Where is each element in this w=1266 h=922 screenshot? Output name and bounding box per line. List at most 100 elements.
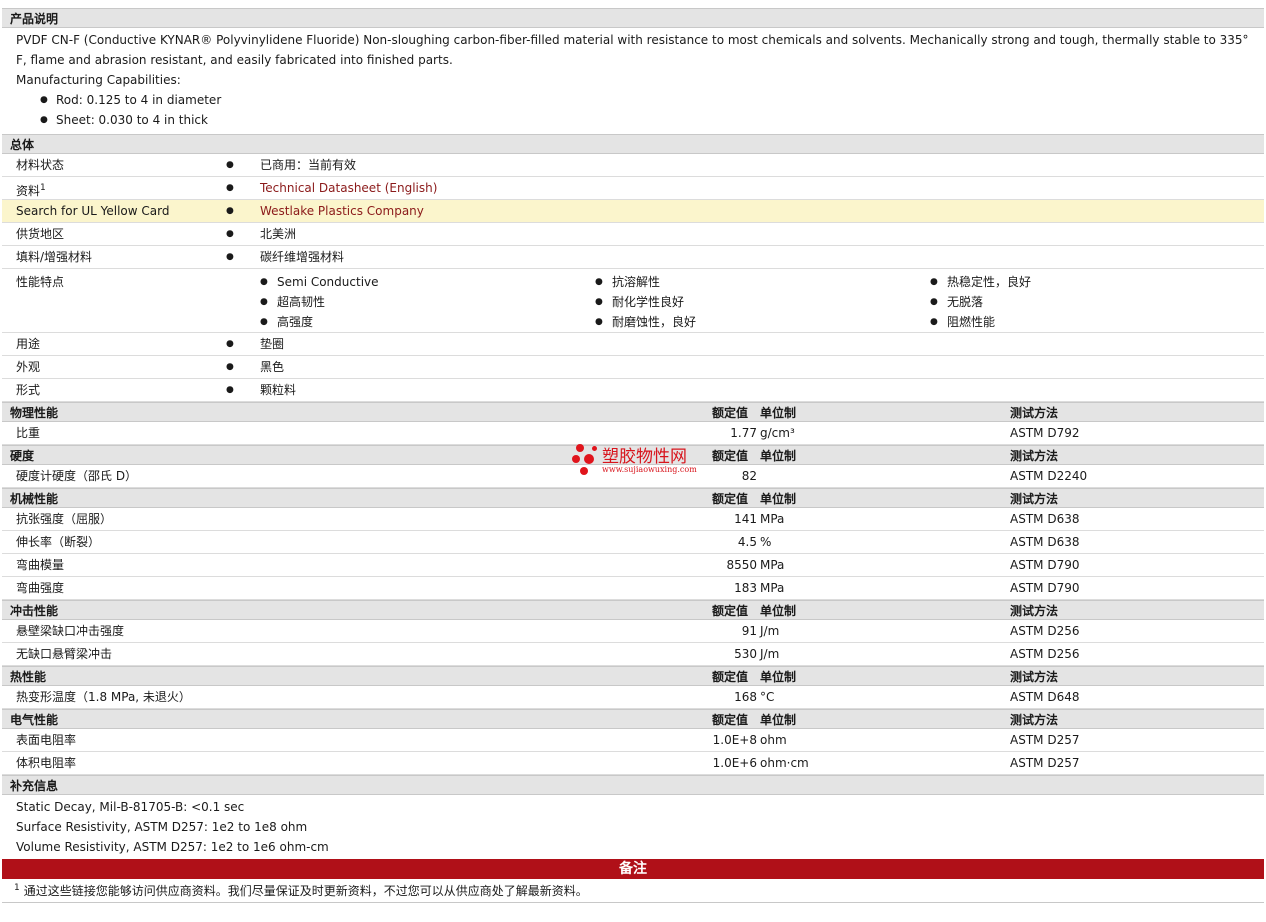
feature-item: 耐化学性良好 [595, 292, 696, 312]
nominal-value: 8550 [726, 558, 757, 572]
feature-item: 高强度 [260, 312, 379, 332]
nominal-column-header: 额定值 [712, 670, 749, 684]
test-method: ASTM D638 [1010, 535, 1080, 549]
supplemental-line: Volume Resistivity, ASTM D257: 1e2 to 1e… [16, 840, 329, 854]
section-title: 冲击性能 [10, 604, 59, 618]
test-method: ASTM D648 [1010, 690, 1080, 704]
test-method: ASTM D790 [1010, 581, 1080, 595]
general-row-highlighted: Search for UL Yellow Card Westlake Plast… [2, 200, 1264, 223]
nominal-column-header: 额定值 [712, 492, 749, 506]
supplemental-line: Static Decay, Mil-B-81705-B: <0.1 sec [16, 800, 245, 814]
method-column-header: 测试方法 [1010, 492, 1059, 506]
section-title: 物理性能 [10, 406, 59, 420]
general-row: 外观 黑色 [2, 356, 1264, 379]
section-header: 电气性能 额定值 单位制 测试方法 [2, 709, 1264, 729]
property-name: 无缺口悬臂梁冲击 [16, 647, 113, 661]
property-row: 表面电阻率 1.0E+8 ohm ASTM D257 [2, 729, 1264, 752]
row-label: 供货地区 [16, 227, 65, 241]
method-column-header: 测试方法 [1010, 406, 1059, 420]
footnote-text: 通过这些链接您能够访问供应商资料。我们尽量保证及时更新资料，不过您可以从供应商处… [23, 884, 588, 898]
unit: % [760, 535, 772, 549]
section-header: 机械性能 额定值 单位制 测试方法 [2, 488, 1264, 508]
row-label: 材料状态 [16, 158, 65, 172]
datasheet: 产品说明 PVDF CN-F (Conductive KYNAR® Polyvi… [2, 0, 1264, 903]
feature-item: 热稳定性，良好 [930, 272, 1031, 292]
property-name: 体积电阻率 [16, 756, 77, 770]
method-column-header: 测试方法 [1010, 449, 1059, 463]
unit: ohm [760, 733, 787, 747]
property-name: 热变形温度（1.8 MPa, 未退火） [16, 690, 191, 704]
supplemental-header: 补充信息 [2, 775, 1264, 795]
property-name: 比重 [16, 426, 41, 440]
unit: J/m [760, 624, 780, 638]
row-value: 黑色 [260, 360, 285, 374]
unit: °C [760, 690, 775, 704]
row-label: 填料/增强材料 [16, 250, 93, 264]
capability-item: Rod: 0.125 to 4 in diameter [16, 90, 1250, 110]
product-description: PVDF CN-F (Conductive KYNAR® Polyvinylid… [2, 28, 1264, 134]
test-method: ASTM D638 [1010, 512, 1080, 526]
nominal-column-header: 额定值 [712, 406, 749, 420]
section-title: 硬度 [10, 449, 35, 463]
row-label: 形式 [16, 383, 41, 397]
unit: MPa [760, 512, 785, 526]
unit-column-header: 单位制 [760, 713, 797, 727]
nominal-value: 4.5 [737, 535, 757, 549]
features-row: 性能特点 Semi Conductive 超高韧性 高强度 抗溶解性 耐化学性良… [2, 269, 1264, 333]
nominal-value: 141 [734, 512, 757, 526]
row-label: Search for UL Yellow Card [16, 204, 170, 218]
section-header: 冲击性能 额定值 单位制 测试方法 [2, 600, 1264, 620]
nominal-column-header: 额定值 [712, 604, 749, 618]
nominal-value: 1.0E+8 [712, 733, 757, 747]
feature-item: 超高韧性 [260, 292, 379, 312]
nominal-value: 1.0E+6 [712, 756, 757, 770]
nominal-value: 183 [734, 581, 757, 595]
property-name: 悬壁梁缺口冲击强度 [16, 624, 125, 638]
nominal-value: 530 [734, 647, 757, 661]
feature-item: 无脱落 [930, 292, 1031, 312]
capabilities-label: Manufacturing Capabilities: [16, 73, 181, 87]
row-value: 北美洲 [260, 227, 297, 241]
property-name: 硬度计硬度（邵氏 D） [16, 469, 138, 483]
row-value: 颗粒料 [260, 383, 297, 397]
unit-column-header: 单位制 [760, 604, 797, 618]
unit: MPa [760, 558, 785, 572]
description-text: PVDF CN-F (Conductive KYNAR® Polyvinylid… [16, 33, 1249, 67]
supplemental-info: Static Decay, Mil-B-81705-B: <0.1 sec Su… [2, 795, 1264, 859]
unit: ohm·cm [760, 756, 809, 770]
datasheet-link[interactable]: Technical Datasheet (English) [260, 181, 437, 195]
general-row: 供货地区 北美洲 [2, 223, 1264, 246]
unit-column-header: 单位制 [760, 406, 797, 420]
general-row: 填料/增强材料 碳纤维增强材料 [2, 246, 1264, 269]
nominal-value: 168 [734, 690, 757, 704]
property-row: 无缺口悬臂梁冲击 530 J/m ASTM D256 [2, 643, 1264, 666]
row-label: 资料 [16, 184, 41, 198]
general-row: 用途 垫圈 [2, 333, 1264, 356]
features-column: 热稳定性，良好 无脱落 阻燃性能 [930, 272, 1031, 332]
supplier-link[interactable]: Westlake Plastics Company [260, 204, 424, 218]
row-label: 外观 [16, 360, 41, 374]
supplemental-line: Surface Resistivity, ASTM D257: 1e2 to 1… [16, 820, 308, 834]
test-method: ASTM D2240 [1010, 469, 1088, 483]
row-label: 性能特点 [16, 275, 65, 289]
method-column-header: 测试方法 [1010, 670, 1059, 684]
general-header: 总体 [2, 134, 1264, 154]
section-title: 热性能 [10, 670, 47, 684]
property-row: 伸长率（断裂） 4.5% ASTM D638 [2, 531, 1264, 554]
footnote-marker: 1 [14, 883, 20, 893]
property-row: 热变形温度（1.8 MPa, 未退火） 168 °C ASTM D648 [2, 686, 1264, 709]
nominal-value: 91 [741, 624, 757, 638]
property-row: 悬壁梁缺口冲击强度 91 J/m ASTM D256 [2, 620, 1264, 643]
section-header: 物理性能 额定值 单位制 测试方法 [2, 402, 1264, 422]
capability-item: Sheet: 0.030 to 4 in thick [16, 110, 1250, 130]
general-row: 材料状态 已商用：当前有效 [2, 154, 1264, 177]
unit: J/m [760, 647, 780, 661]
test-method: ASTM D790 [1010, 558, 1080, 572]
section-title: 机械性能 [10, 492, 59, 506]
method-column-header: 测试方法 [1010, 604, 1059, 618]
section-header: 热性能 额定值 单位制 测试方法 [2, 666, 1264, 686]
watermark-title: 塑胶物性网 [602, 447, 687, 467]
features-column: 抗溶解性 耐化学性良好 耐磨蚀性，良好 [595, 272, 696, 332]
test-method: ASTM D792 [1010, 426, 1080, 440]
nominal-value: 1.77 [730, 426, 757, 440]
